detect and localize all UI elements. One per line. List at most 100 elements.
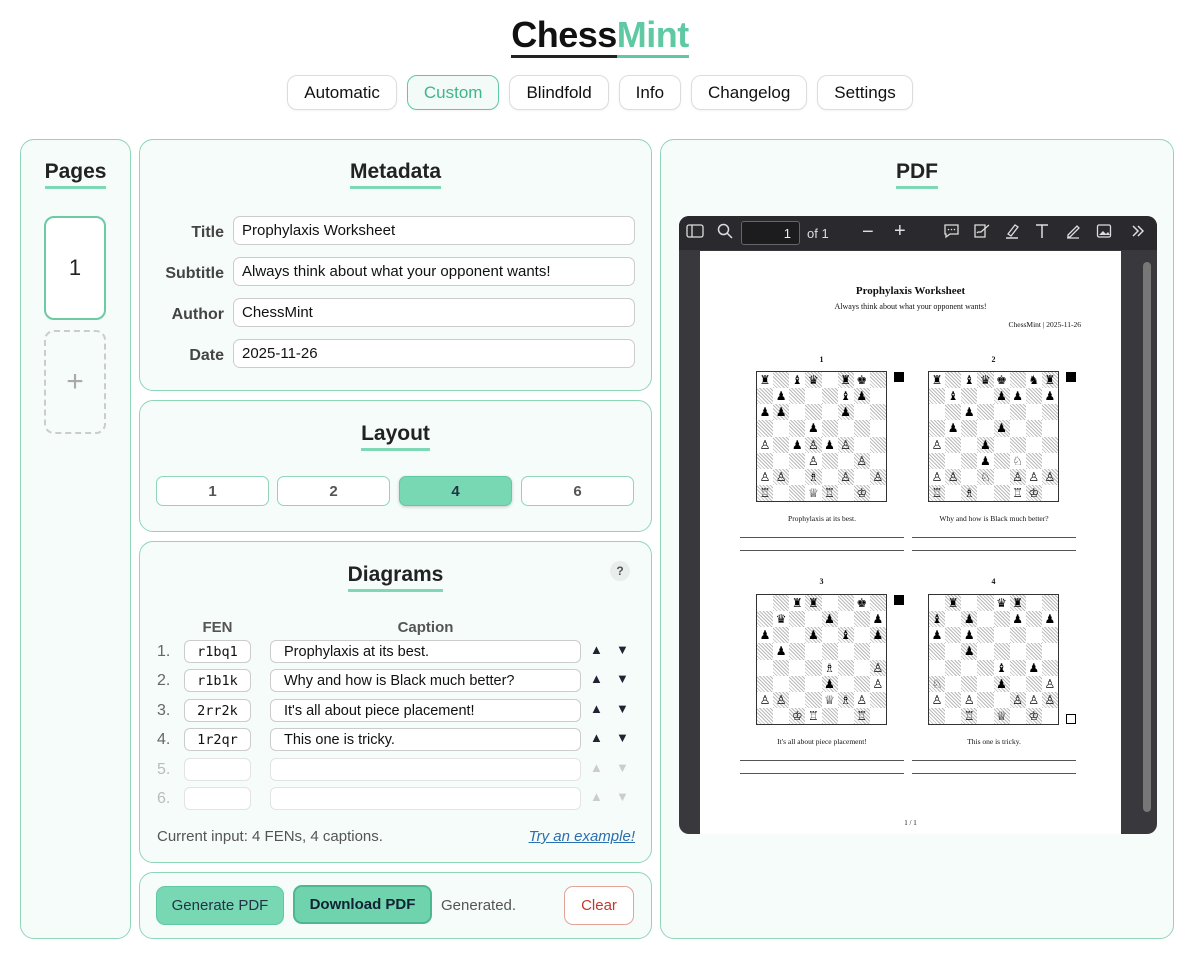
board-square bbox=[977, 485, 993, 501]
sidebar-toggle-icon[interactable] bbox=[686, 223, 704, 244]
diagram-number: 2 bbox=[991, 355, 996, 364]
board-square bbox=[838, 611, 854, 627]
move-up-icon[interactable]: ▲ bbox=[590, 671, 603, 686]
move-up-icon[interactable]: ▲ bbox=[590, 730, 603, 745]
title-input[interactable]: Prophylaxis Worksheet bbox=[233, 216, 635, 245]
diagram-number: 1 bbox=[819, 355, 824, 364]
board-square: ♙ bbox=[1041, 468, 1058, 485]
board-square bbox=[854, 660, 870, 676]
move-up-icon[interactable]: ▲ bbox=[590, 701, 603, 716]
subtitle-input[interactable]: Always think about what your opponent wa… bbox=[233, 257, 635, 286]
fen-input[interactable]: 2rr2k bbox=[184, 699, 251, 722]
signature-icon[interactable] bbox=[973, 223, 991, 244]
page-footer: 1 / 1 bbox=[904, 819, 917, 827]
tab-blindfold[interactable]: Blindfold bbox=[509, 75, 609, 110]
board-square bbox=[838, 643, 854, 659]
caption-input[interactable]: Why and how is Black much better? bbox=[270, 669, 581, 692]
fen-input[interactable]: r1bq1 bbox=[184, 640, 251, 663]
board-square: ♙ bbox=[808, 453, 819, 468]
clear-button[interactable]: Clear bbox=[564, 886, 634, 925]
board-square: ♙ bbox=[1044, 676, 1056, 691]
layout-heading: Layout bbox=[361, 422, 430, 451]
try-example-link[interactable]: Try an example! bbox=[529, 828, 635, 845]
board-square: ♙ bbox=[1041, 691, 1058, 708]
board-square: ♟ bbox=[805, 627, 822, 644]
board-square: ♟ bbox=[775, 389, 787, 404]
answer-line bbox=[740, 550, 904, 551]
page-number-input[interactable]: 1 bbox=[741, 221, 800, 245]
caption-input[interactable]: Prophylaxis at its best. bbox=[270, 640, 581, 663]
tab-info[interactable]: Info bbox=[618, 75, 682, 110]
board-square: ♙ bbox=[872, 676, 884, 691]
board-square bbox=[977, 388, 993, 404]
search-icon[interactable] bbox=[717, 223, 733, 244]
caption-input[interactable] bbox=[270, 787, 581, 810]
text-icon[interactable] bbox=[1034, 223, 1050, 244]
board-square bbox=[757, 420, 774, 437]
page-thumbnail-1[interactable]: 1 bbox=[44, 216, 106, 320]
date-input[interactable]: 2025-11-26 bbox=[233, 339, 635, 368]
board-square: ♜ bbox=[945, 595, 962, 612]
board-square bbox=[805, 691, 822, 708]
board-square bbox=[1025, 388, 1042, 405]
zoom-in-icon[interactable]: + bbox=[894, 220, 906, 243]
image-icon[interactable] bbox=[1096, 223, 1112, 244]
board-square bbox=[1026, 627, 1042, 643]
chess-board: ♜ ♝ ♛ ♚ ♞ ♜ ♝ ♟ ♟ ♟ ♟ ♟ ♟ ♙ ♟ ♟ ♘ ♙ ♙ ♘ ♙ ♙ ♙ ♖ ♗ ♖ ♔ bbox=[928, 371, 1059, 502]
caption-input[interactable] bbox=[270, 758, 581, 781]
fen-input[interactable] bbox=[184, 758, 251, 781]
board-square bbox=[805, 643, 821, 659]
board-square: ♙ bbox=[1028, 692, 1040, 707]
comment-icon[interactable] bbox=[943, 223, 960, 244]
board-square bbox=[757, 707, 774, 724]
move-up-icon: ▲ bbox=[590, 789, 603, 804]
pdf-scrollbar[interactable] bbox=[1143, 262, 1151, 812]
board-square: ♛ bbox=[996, 596, 1007, 610]
board-square bbox=[822, 595, 838, 611]
tab-automatic[interactable]: Automatic bbox=[287, 75, 397, 110]
fen-input[interactable]: 1r2qr bbox=[184, 728, 251, 751]
move-down-icon[interactable]: ▼ bbox=[616, 701, 629, 716]
board-square: ♟ bbox=[821, 611, 838, 628]
caption-input[interactable]: This one is tricky. bbox=[270, 728, 581, 751]
row-number: 5. bbox=[157, 761, 171, 778]
more-tools-icon[interactable] bbox=[1130, 223, 1146, 244]
board-square: ♜ bbox=[759, 373, 771, 387]
board-square bbox=[870, 485, 886, 501]
move-down-icon[interactable]: ▼ bbox=[616, 730, 629, 745]
layout-option-1[interactable]: 1 bbox=[156, 476, 269, 506]
download-pdf-button[interactable]: Download PDF bbox=[293, 885, 432, 924]
caption-input[interactable]: It's all about piece placement! bbox=[270, 699, 581, 722]
help-button[interactable]: ? bbox=[610, 561, 630, 581]
author-input[interactable]: ChessMint bbox=[233, 298, 635, 327]
board-square: ♟ bbox=[853, 388, 870, 405]
tab-custom[interactable]: Custom bbox=[406, 75, 500, 110]
board-square: ♟ bbox=[993, 420, 1010, 437]
tab-changelog[interactable]: Changelog bbox=[691, 75, 808, 110]
move-up-icon[interactable]: ▲ bbox=[590, 642, 603, 657]
board-square: ♖ bbox=[961, 707, 978, 724]
board-square bbox=[977, 691, 994, 708]
board-square bbox=[1025, 611, 1042, 628]
zoom-out-icon[interactable]: − bbox=[862, 221, 874, 244]
highlight-icon[interactable] bbox=[1004, 223, 1020, 244]
fen-input[interactable] bbox=[184, 787, 251, 810]
board-square bbox=[1025, 420, 1042, 437]
tab-settings[interactable]: Settings bbox=[817, 75, 913, 110]
layout-option-4[interactable]: 4 bbox=[399, 476, 512, 506]
pages-panel: Pages 1 + bbox=[20, 139, 131, 939]
board-square bbox=[1042, 485, 1058, 501]
layout-option-2[interactable]: 2 bbox=[277, 476, 390, 506]
layout-option-6[interactable]: 6 bbox=[521, 476, 634, 506]
draw-icon[interactable] bbox=[1065, 223, 1081, 244]
move-down-icon[interactable]: ▼ bbox=[616, 671, 629, 686]
add-page-button[interactable]: + bbox=[44, 330, 106, 434]
board-square bbox=[757, 660, 773, 676]
move-down-icon[interactable]: ▼ bbox=[616, 642, 629, 657]
board-square bbox=[929, 420, 946, 437]
generate-pdf-button[interactable]: Generate PDF bbox=[156, 886, 284, 925]
board-square bbox=[822, 404, 838, 420]
board-square: ♟ bbox=[931, 628, 943, 643]
board-square: ♙ bbox=[759, 437, 771, 452]
fen-input[interactable]: r1b1k bbox=[184, 669, 251, 692]
